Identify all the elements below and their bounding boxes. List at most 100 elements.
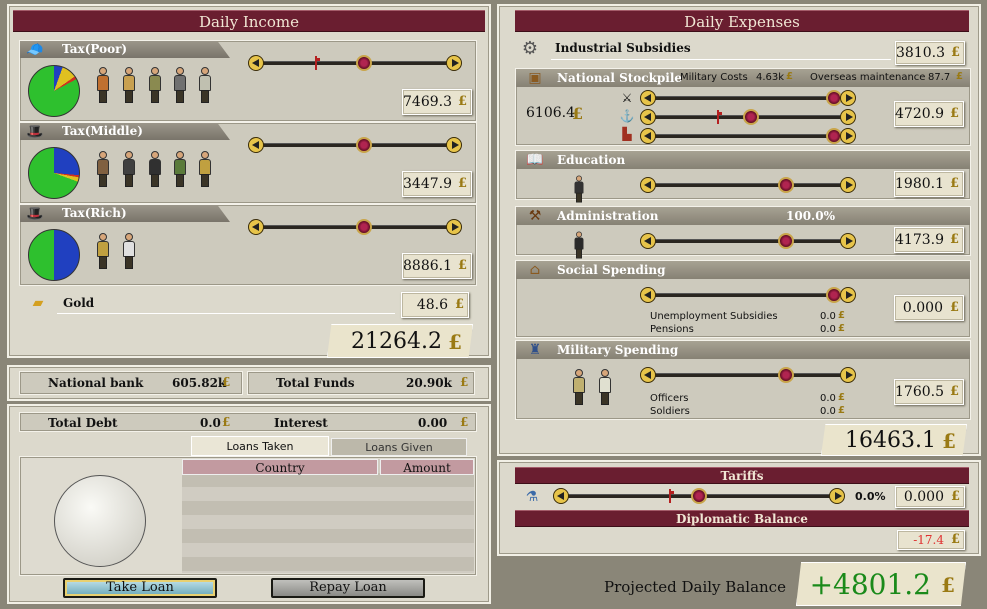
social-spending-value: 0.000 [894,295,964,321]
increase-arrow-icon[interactable] [446,219,462,235]
poor-hat-icon: 🧢 [26,42,44,58]
officers-value: 0.0 [820,393,836,404]
administration-label: Administration [516,207,970,225]
stockpile-left-value: 6106.4 [526,105,575,121]
pop-figure [122,233,136,269]
tax-poor-section: Tax(Poor) 🧢 7469.3 [19,40,477,122]
slider-knob[interactable] [355,219,372,235]
tab-loans-given[interactable]: Loans Given [331,438,467,456]
officers-label: Officers [650,393,689,404]
decrease-arrow-icon[interactable] [640,233,656,249]
income-total: 21264.2 [327,324,473,358]
loans-table: Country Amount [182,459,474,573]
tax-middle-value: 3447.9 [402,171,472,197]
tax-poor-slider[interactable] [248,55,462,71]
army-icon: ⚔ [621,91,633,105]
decrease-arrow-icon[interactable] [640,287,656,303]
education-label: Education [516,151,970,169]
administration-value: 4173.9 [894,227,964,253]
middle-pie-chart [28,147,80,199]
debt-box: Total Debt 0.0 £ Interest 0.00 £ [19,412,477,432]
increase-arrow-icon[interactable] [446,55,462,71]
crate-icon: ▣ [528,70,542,86]
tariffs-panel: Tariffs ⚗ 0.0% 0.000 Diplomatic Balance … [497,460,981,556]
stockpile-navy-slider[interactable] [640,109,856,125]
slider-knob[interactable] [691,488,707,504]
decrease-arrow-icon[interactable] [248,137,264,153]
decrease-arrow-icon[interactable] [640,90,656,106]
currency-icon: £ [786,71,793,82]
increase-arrow-icon[interactable] [840,177,856,193]
col-amount-header: Amount [380,459,474,475]
gear-icon: ⚙ [521,38,539,59]
total-funds-value: 20.90k [406,376,452,390]
national-bank-box: National bank 605.82k £ [19,371,243,395]
stockpile-construction-slider[interactable] [640,128,856,144]
military-spending-label: Military Spending [516,341,970,359]
tax-poor-label: Tax(Poor) [20,41,230,58]
pop-figure [96,67,110,103]
income-title: Daily Income [13,10,485,32]
soldier-figure [598,369,612,405]
interest-value: 0.00 [418,416,448,430]
clergy-figure [574,175,585,203]
tariffs-slider[interactable] [553,488,845,504]
factory-icon: ▙ [622,127,632,141]
pop-figure [198,67,212,103]
unemployment-subsidies-label: Unemployment Subsidies [650,311,778,322]
slider-knob[interactable] [355,137,372,153]
total-debt-value: 0.0 [200,416,221,430]
expenses-total: 16463.1 [821,424,967,456]
tax-middle-section: Tax(Middle) 🎩 3447.9 [19,122,477,204]
decrease-arrow-icon[interactable] [640,109,656,125]
industrial-subsidies-value: 3810.3 [895,41,965,65]
currency-icon: £ [838,310,845,321]
decrease-arrow-icon[interactable] [640,367,656,383]
tax-middle-slider[interactable] [248,137,462,153]
tab-loans-taken[interactable]: Loans Taken [191,436,329,456]
administration-slider[interactable] [640,233,856,249]
decrease-arrow-icon[interactable] [640,177,656,193]
pop-figure [173,67,187,103]
social-spending-slider[interactable] [640,287,856,303]
repay-loan-button[interactable]: Repay Loan [271,578,425,598]
currency-icon: £ [460,415,469,429]
decrease-arrow-icon[interactable] [553,488,569,504]
pop-figure [198,151,212,187]
national-bank-label: National bank [48,376,144,390]
military-costs-label: Military Costs [680,72,748,83]
increase-arrow-icon[interactable] [829,488,845,504]
slider-knob[interactable] [777,177,794,193]
top-hat-icon: 🎩 [26,206,44,222]
navy-anchor-icon: ⚓ [619,109,635,123]
increase-arrow-icon[interactable] [840,367,856,383]
soldiers-value: 0.0 [820,406,836,417]
increase-arrow-icon[interactable] [840,287,856,303]
bureaucrat-figure [574,231,585,259]
pensions-value: 0.0 [820,324,836,335]
pop-figure [96,233,110,269]
increase-arrow-icon[interactable] [840,128,856,144]
slider-knob[interactable] [355,55,372,71]
increase-arrow-icon[interactable] [840,90,856,106]
military-costs-value: 4.63k [756,72,785,83]
projected-balance-label: Projected Daily Balance [604,578,786,596]
military-spending-slider[interactable] [640,367,856,383]
income-panel: Daily Income Tax(Poor) 🧢 7469.3 Tax(Midd… [7,4,491,358]
decrease-arrow-icon[interactable] [640,128,656,144]
slider-knob[interactable] [777,367,794,383]
take-loan-button[interactable]: Take Loan [63,578,217,598]
stockpile-army-slider[interactable] [640,90,856,106]
increase-arrow-icon[interactable] [446,137,462,153]
decrease-arrow-icon[interactable] [248,55,264,71]
currency-icon: £ [222,415,231,429]
slider-knob[interactable] [777,233,794,249]
increase-arrow-icon[interactable] [840,109,856,125]
pop-figure [148,67,162,103]
tax-rich-slider[interactable] [248,219,462,235]
loan-pie-chart [54,475,146,567]
increase-arrow-icon[interactable] [840,233,856,249]
education-slider[interactable] [640,177,856,193]
decrease-arrow-icon[interactable] [248,219,264,235]
slider-knob[interactable] [743,109,760,125]
